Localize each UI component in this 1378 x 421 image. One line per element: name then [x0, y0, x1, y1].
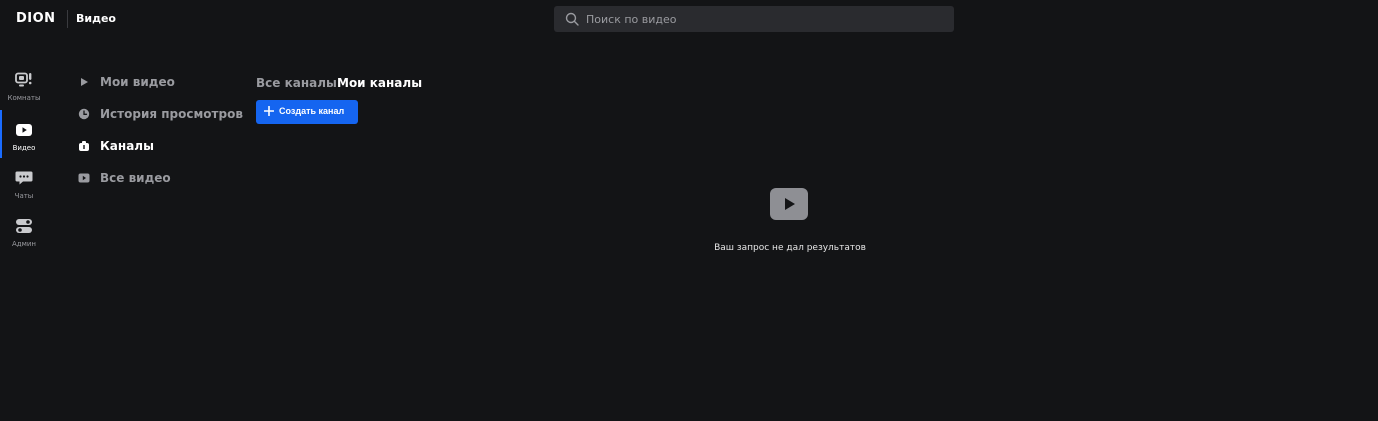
create-channel-button[interactable]: Создать канал	[256, 100, 358, 124]
rail-label-admin: Админ	[11, 240, 37, 248]
video-icon	[78, 173, 90, 183]
rail-label-chats: Чаты	[14, 192, 34, 200]
tab-all-channels[interactable]: Все каналы	[256, 76, 337, 90]
rooms-icon	[15, 72, 32, 87]
app-title: Видео	[76, 12, 116, 25]
admin-icon	[16, 219, 32, 233]
search-input[interactable]	[586, 6, 946, 32]
video-placeholder-icon	[770, 188, 808, 220]
rail-item-rooms[interactable]: Комнаты	[0, 60, 48, 108]
search-icon	[565, 12, 579, 26]
rail-item-admin[interactable]: Админ	[0, 206, 48, 254]
app-logo[interactable]: DION	[16, 11, 56, 26]
nav-item-history[interactable]: История просмотров	[78, 102, 248, 128]
tab-my-channels[interactable]: Мои каналы	[337, 76, 422, 90]
play-icon	[81, 78, 88, 86]
create-channel-label: Создать канал	[279, 106, 345, 116]
top-bar: DION Видео	[0, 0, 1378, 38]
channels-icon	[79, 141, 89, 151]
logo-divider	[67, 10, 68, 28]
nav-label-history: История просмотров	[100, 107, 243, 121]
empty-state-text: Ваш запрос не дал результатов	[714, 243, 866, 253]
nav-item-my-videos[interactable]: Мои видео	[78, 70, 248, 96]
plus-icon	[264, 106, 274, 116]
nav-label-channels: Каналы	[100, 139, 154, 153]
history-icon	[78, 108, 90, 120]
chats-icon	[15, 171, 33, 185]
rail-item-video[interactable]: Видео	[0, 110, 48, 158]
nav-label-all-videos: Все видео	[100, 171, 171, 185]
nav-item-channels[interactable]: Каналы	[78, 134, 248, 160]
nav-label-my-videos: Мои видео	[100, 75, 175, 89]
rail-label-video: Видео	[12, 144, 36, 152]
search-bar[interactable]	[554, 6, 954, 32]
video-icon	[16, 124, 32, 136]
nav-item-all-videos[interactable]: Все видео	[78, 166, 248, 192]
rail-label-rooms: Комнаты	[7, 94, 41, 102]
rail-item-chats[interactable]: Чаты	[0, 158, 48, 206]
